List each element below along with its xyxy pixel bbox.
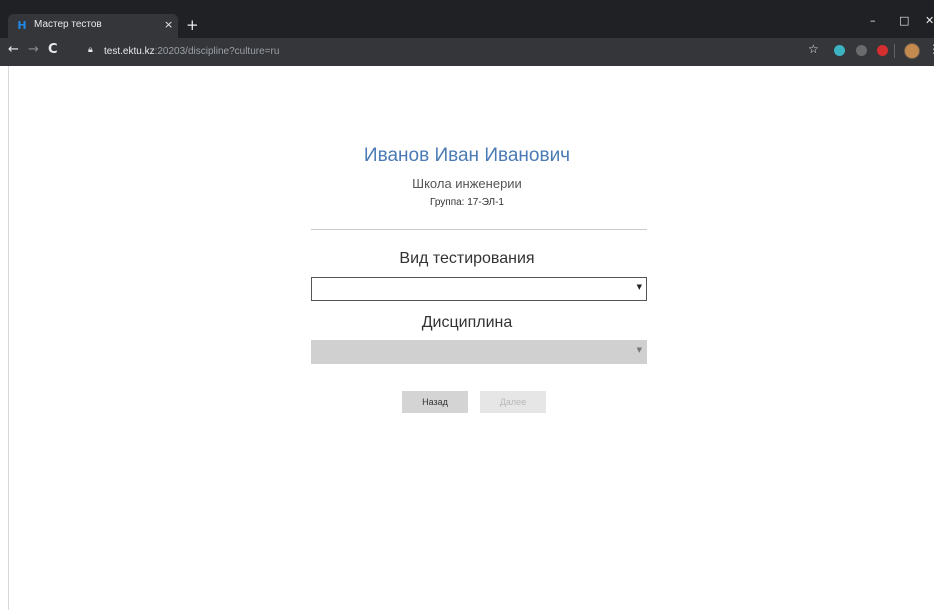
new-tab-button[interactable]: + — [186, 17, 199, 33]
minimize-icon[interactable]: – — [870, 14, 876, 27]
tab-title: Мастер тестов — [34, 19, 102, 30]
reload-icon[interactable]: C — [48, 42, 58, 57]
url-host: test.ektu.kz — [104, 46, 155, 57]
toolbar-separator — [894, 44, 895, 58]
back-arrow-icon[interactable]: ← — [8, 42, 19, 57]
testing-type-label: Вид тестирования — [399, 250, 535, 267]
student-name: Иванов Иван Иванович — [363, 145, 571, 166]
testing-type-select[interactable]: ▼ — [311, 277, 647, 301]
close-window-icon[interactable]: ✕ — [925, 14, 934, 27]
dropdown-caret-icon: ▼ — [636, 346, 642, 354]
divider — [311, 229, 647, 230]
discipline-select[interactable]: ▼ — [311, 340, 647, 364]
browser-menu-icon[interactable]: ⋮ — [928, 42, 934, 56]
maximize-icon[interactable]: □ — [899, 14, 909, 27]
site-favicon-icon: Н — [17, 19, 27, 32]
lock-icon: 🔒︎ — [88, 45, 93, 55]
school-name: Школа инженерии — [412, 176, 522, 191]
url-path: :20203/discipline?culture=ru — [154, 46, 280, 57]
dropdown-caret-icon: ▼ — [636, 283, 642, 291]
tab-master-testov[interactable]: Н Мастер тестов × — [8, 14, 178, 38]
tab-strip: Н Мастер тестов × + – □ ✕ — [0, 0, 934, 38]
forward-arrow-icon[interactable]: → — [28, 42, 39, 57]
group-label: Группа: 17-ЭЛ-1 — [429, 197, 504, 208]
browser-chrome: Н Мастер тестов × + – □ ✕ ← → C 🔒︎ test.… — [0, 0, 934, 66]
extension-icon[interactable] — [856, 45, 867, 56]
browser-toolbar: ← → C 🔒︎ test.ektu.kz:20203/discipline?c… — [0, 38, 934, 66]
ublock-extension-icon[interactable] — [877, 45, 888, 56]
next-button[interactable]: Далее — [480, 391, 546, 413]
address-bar[interactable]: 🔒︎ test.ektu.kz:20203/discipline?culture… — [84, 42, 832, 62]
react-extension-icon[interactable] — [834, 45, 845, 56]
url-text: test.ektu.kz:20203/discipline?culture=ru — [104, 46, 279, 57]
discipline-label: Дисциплина — [421, 314, 513, 331]
bookmark-star-icon[interactable]: ☆ — [808, 42, 819, 56]
back-button[interactable]: Назад — [402, 391, 468, 413]
close-tab-icon[interactable]: × — [164, 18, 173, 31]
profile-avatar-icon[interactable] — [904, 43, 920, 59]
